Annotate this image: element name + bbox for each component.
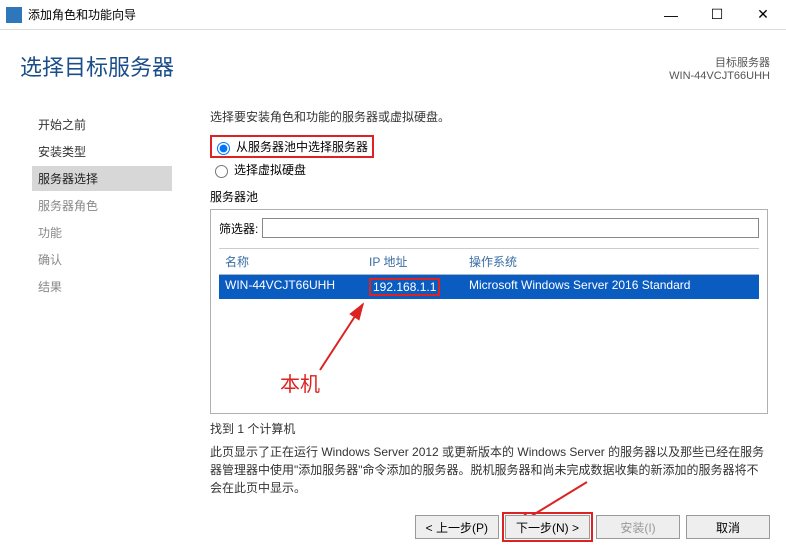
table-row[interactable]: WIN-44VCJT66UHH 192.168.1.1 Microsoft Wi…	[219, 275, 759, 299]
step-results: 结果	[32, 274, 172, 299]
step-confirm: 确认	[32, 247, 172, 272]
radio-option-pool-row: 从服务器池中选择服务器	[210, 135, 768, 158]
filter-label: 筛选器:	[219, 220, 258, 237]
app-icon	[6, 7, 22, 23]
cancel-button[interactable]: 取消	[686, 515, 770, 539]
cell-name: WIN-44VCJT66UHH	[219, 278, 369, 296]
page-note: 此页显示了正在运行 Windows Server 2012 或更新版本的 Win…	[210, 443, 768, 497]
cell-os: Microsoft Windows Server 2016 Standard	[469, 278, 759, 296]
ip-highlight: 192.168.1.1	[369, 278, 440, 296]
radio-select-from-pool[interactable]	[217, 142, 230, 155]
close-button[interactable]: ✕	[740, 0, 786, 30]
target-server-info: 目标服务器 WIN-44VCJT66UHH	[669, 54, 770, 82]
step-server-selection[interactable]: 服务器选择	[32, 166, 172, 191]
radio-option-vhd-row: 选择虚拟硬盘	[210, 161, 768, 178]
minimize-button[interactable]: —	[648, 0, 694, 30]
titlebar: 添加角色和功能向导 — ☐ ✕	[0, 0, 786, 30]
wizard-buttons: < 上一步(P) 下一步(N) > 安装(I) 取消	[415, 515, 770, 539]
grid-header: 名称 IP 地址 操作系统	[219, 249, 759, 275]
step-before-you-begin[interactable]: 开始之前	[32, 112, 172, 137]
main-panel: 选择要安装角色和功能的服务器或虚拟硬盘。 从服务器池中选择服务器 选择虚拟硬盘 …	[210, 108, 768, 497]
target-label: 目标服务器	[669, 54, 770, 70]
computer-count: 找到 1 个计算机	[210, 420, 768, 437]
radio-vhd-label: 选择虚拟硬盘	[234, 161, 306, 178]
step-install-type[interactable]: 安装类型	[32, 139, 172, 164]
prev-button[interactable]: < 上一步(P)	[415, 515, 499, 539]
maximize-button[interactable]: ☐	[694, 0, 740, 30]
install-button: 安装(I)	[596, 515, 680, 539]
radio-pool-label: 从服务器池中选择服务器	[236, 138, 368, 155]
instruction-text: 选择要安装角色和功能的服务器或虚拟硬盘。	[210, 108, 768, 125]
radio-pool-highlight: 从服务器池中选择服务器	[210, 135, 374, 158]
radio-select-vhd[interactable]	[215, 165, 228, 178]
filter-row: 筛选器:	[219, 218, 759, 238]
next-button[interactable]: 下一步(N) >	[505, 515, 590, 539]
window-title: 添加角色和功能向导	[28, 6, 136, 23]
target-name: WIN-44VCJT66UHH	[669, 70, 770, 82]
filter-input[interactable]	[262, 218, 759, 238]
col-header-name[interactable]: 名称	[219, 253, 369, 270]
cell-ip: 192.168.1.1	[369, 278, 469, 296]
page-header: 选择目标服务器	[20, 50, 174, 82]
server-pool-label: 服务器池	[210, 188, 768, 205]
col-header-ip[interactable]: IP 地址	[369, 253, 469, 270]
step-features: 功能	[32, 220, 172, 245]
col-header-os[interactable]: 操作系统	[469, 253, 759, 270]
page-title: 选择目标服务器	[20, 50, 174, 82]
content-area: 选择目标服务器 目标服务器 WIN-44VCJT66UHH 开始之前 安装类型 …	[0, 30, 786, 553]
wizard-steps: 开始之前 安装类型 服务器选择 服务器角色 功能 确认 结果	[32, 112, 172, 301]
step-server-roles: 服务器角色	[32, 193, 172, 218]
annotation-local-machine: 本机	[280, 368, 320, 397]
